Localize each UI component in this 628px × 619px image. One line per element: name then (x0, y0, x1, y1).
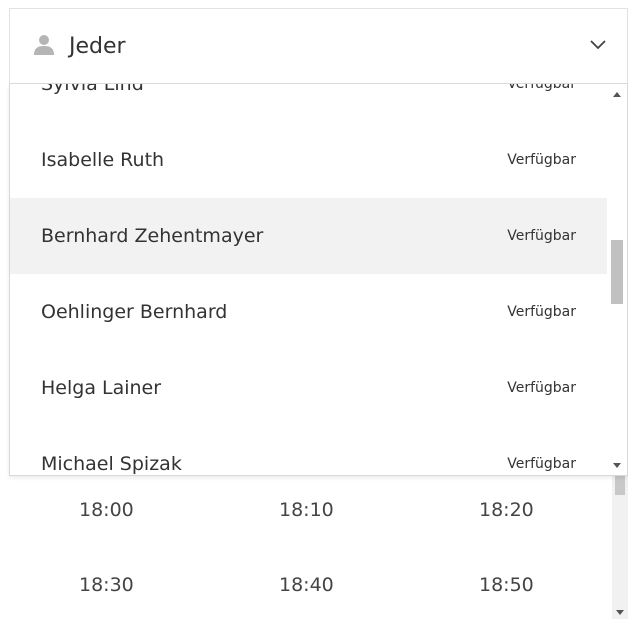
option-name: Bernhard Zehentmayer (41, 225, 264, 247)
time-slot[interactable]: 18:10 (279, 499, 334, 521)
scroll-down-arrow-icon[interactable] (616, 610, 624, 615)
person-select[interactable]: Jeder (9, 8, 628, 84)
availability-status: Verfügbar (507, 456, 576, 472)
time-grid-scrollbar[interactable] (612, 475, 628, 619)
time-grid-scroll-thumb[interactable] (615, 475, 625, 495)
scroll-up-arrow-icon[interactable] (613, 92, 621, 97)
dropdown-option[interactable]: Sylvia Lind Verfügbar (10, 84, 609, 122)
time-slot[interactable]: 18:50 (479, 574, 534, 596)
option-name: Oehlinger Bernhard (41, 301, 228, 323)
selected-option-label: Jeder (69, 34, 126, 59)
dropdown-list: Sylvia Lind Verfügbar Isabelle Ruth Verf… (9, 84, 628, 476)
dropdown-list-viewport: Sylvia Lind Verfügbar Isabelle Ruth Verf… (10, 84, 609, 475)
availability-status: Verfügbar (507, 84, 576, 92)
time-slot[interactable]: 18:00 (79, 499, 134, 521)
dropdown-option-highlighted[interactable]: Bernhard Zehentmayer Verfügbar (10, 198, 609, 274)
option-name: Isabelle Ruth (41, 149, 165, 171)
availability-status: Verfügbar (507, 380, 576, 396)
dropdown-scroll-thumb[interactable] (611, 240, 623, 304)
option-name: Michael Spizak (41, 453, 182, 475)
dropdown-option[interactable]: Isabelle Ruth Verfügbar (10, 122, 609, 198)
page: 18:00 18:10 18:20 18:30 18:40 18:50 Jede… (0, 0, 628, 619)
availability-status: Verfügbar (507, 152, 576, 168)
dropdown-option[interactable]: Michael Spizak Verfügbar (10, 426, 609, 475)
time-slot[interactable]: 18:20 (479, 499, 534, 521)
dropdown-option[interactable]: Helga Lainer Verfügbar (10, 350, 609, 426)
time-slot[interactable]: 18:40 (279, 574, 334, 596)
availability-status: Verfügbar (507, 304, 576, 320)
availability-status: Verfügbar (507, 228, 576, 244)
dropdown-scrollbar[interactable] (607, 84, 627, 475)
option-name: Helga Lainer (41, 377, 162, 399)
option-name: Sylvia Lind (41, 84, 144, 95)
time-slot[interactable]: 18:30 (79, 574, 134, 596)
time-slot-grid: 18:00 18:10 18:20 18:30 18:40 18:50 (0, 475, 612, 619)
chevron-down-icon[interactable] (589, 39, 607, 51)
person-icon (34, 35, 54, 55)
scroll-down-arrow-icon[interactable] (613, 463, 621, 468)
dropdown-option[interactable]: Oehlinger Bernhard Verfügbar (10, 274, 609, 350)
